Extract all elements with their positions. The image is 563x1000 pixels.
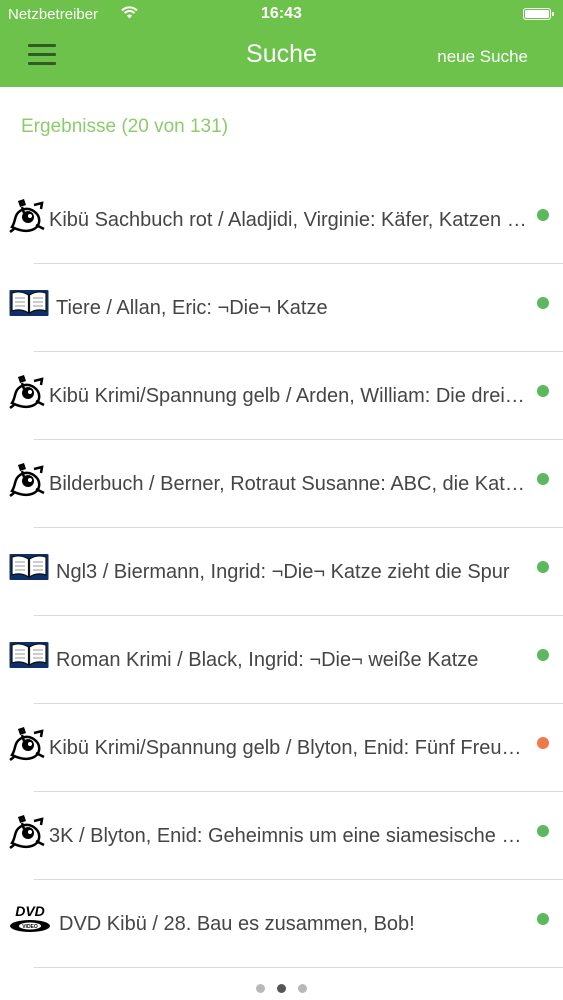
availability-status-dot [537, 913, 549, 925]
nav-bar: Netzbetreiber 16:43 Suche neue Suche [0, 0, 563, 87]
kids-book-icon [8, 195, 46, 233]
list-item[interactable]: Kibü Krimi/Spannung gelb / Arden, Willia… [0, 352, 563, 440]
book-icon [8, 550, 50, 588]
page-dot[interactable] [256, 984, 265, 993]
availability-status-dot [537, 561, 549, 573]
kids-book-icon [8, 811, 46, 849]
page-dot[interactable] [277, 984, 286, 993]
svg-text:VIDEO: VIDEO [22, 924, 38, 930]
clock: 16:43 [261, 5, 302, 22]
page-dot[interactable] [298, 984, 307, 993]
svg-text:DVD: DVD [15, 903, 45, 919]
list-item-title: 3K / Blyton, Enid: Geheimnis um eine sia… [49, 825, 527, 847]
list-item-title: Tiere / Allan, Eric: ¬Die¬ Katze [56, 297, 328, 319]
list-item-title: Kibü Krimi/Spannung gelb / Blyton, Enid:… [49, 737, 527, 759]
availability-status-dot [537, 649, 549, 661]
book-icon [8, 286, 50, 324]
result-list: Kibü Sachbuch rot / Aladjidi, Virginie: … [0, 176, 563, 968]
availability-status-dot [537, 209, 549, 221]
availability-status-dot [537, 825, 549, 837]
list-item-title: Roman Krimi / Black, Ingrid: ¬Die¬ weiße… [56, 649, 479, 671]
list-item[interactable]: Tiere / Allan, Eric: ¬Die¬ Katze [0, 264, 563, 352]
list-item-title: Bilderbuch / Berner, Rotraut Susanne: AB… [49, 473, 527, 495]
results-header: Ergebnisse (20 von 131) [21, 116, 229, 137]
list-item[interactable]: 3K / Blyton, Enid: Geheimnis um eine sia… [0, 792, 563, 880]
list-item-title: Kibü Sachbuch rot / Aladjidi, Virginie: … [49, 209, 527, 231]
list-item[interactable]: Ngl3 / Biermann, Ingrid: ¬Die¬ Katze zie… [0, 528, 563, 616]
kids-book-icon [8, 459, 46, 497]
dvd-icon: DVD VIDEO [8, 902, 52, 940]
availability-status-dot [537, 473, 549, 485]
list-item-title: Kibü Krimi/Spannung gelb / Arden, Willia… [49, 385, 527, 407]
availability-status-dot [537, 385, 549, 397]
book-icon [8, 638, 50, 676]
list-item-title: Ngl3 / Biermann, Ingrid: ¬Die¬ Katze zie… [56, 561, 510, 583]
availability-status-dot [537, 737, 549, 749]
battery-icon [523, 8, 554, 20]
list-item[interactable]: Roman Krimi / Black, Ingrid: ¬Die¬ weiße… [0, 616, 563, 704]
kids-book-icon [8, 723, 46, 761]
kids-book-icon [8, 371, 46, 409]
list-item[interactable]: Kibü Krimi/Spannung gelb / Blyton, Enid:… [0, 704, 563, 792]
row-divider [34, 967, 563, 968]
availability-status-dot [537, 297, 549, 309]
status-bar: Netzbetreiber 16:43 [0, 0, 563, 30]
list-item[interactable]: Kibü Sachbuch rot / Aladjidi, Virginie: … [0, 176, 563, 264]
list-item[interactable]: DVD VIDEO DVD Kibü / 28. Bau es zusammen… [0, 880, 563, 968]
list-item-title: DVD Kibü / 28. Bau es zusammen, Bob! [59, 913, 415, 935]
new-search-button[interactable]: neue Suche [437, 47, 528, 67]
list-item[interactable]: Bilderbuch / Berner, Rotraut Susanne: AB… [0, 440, 563, 528]
page-indicator [0, 984, 563, 994]
